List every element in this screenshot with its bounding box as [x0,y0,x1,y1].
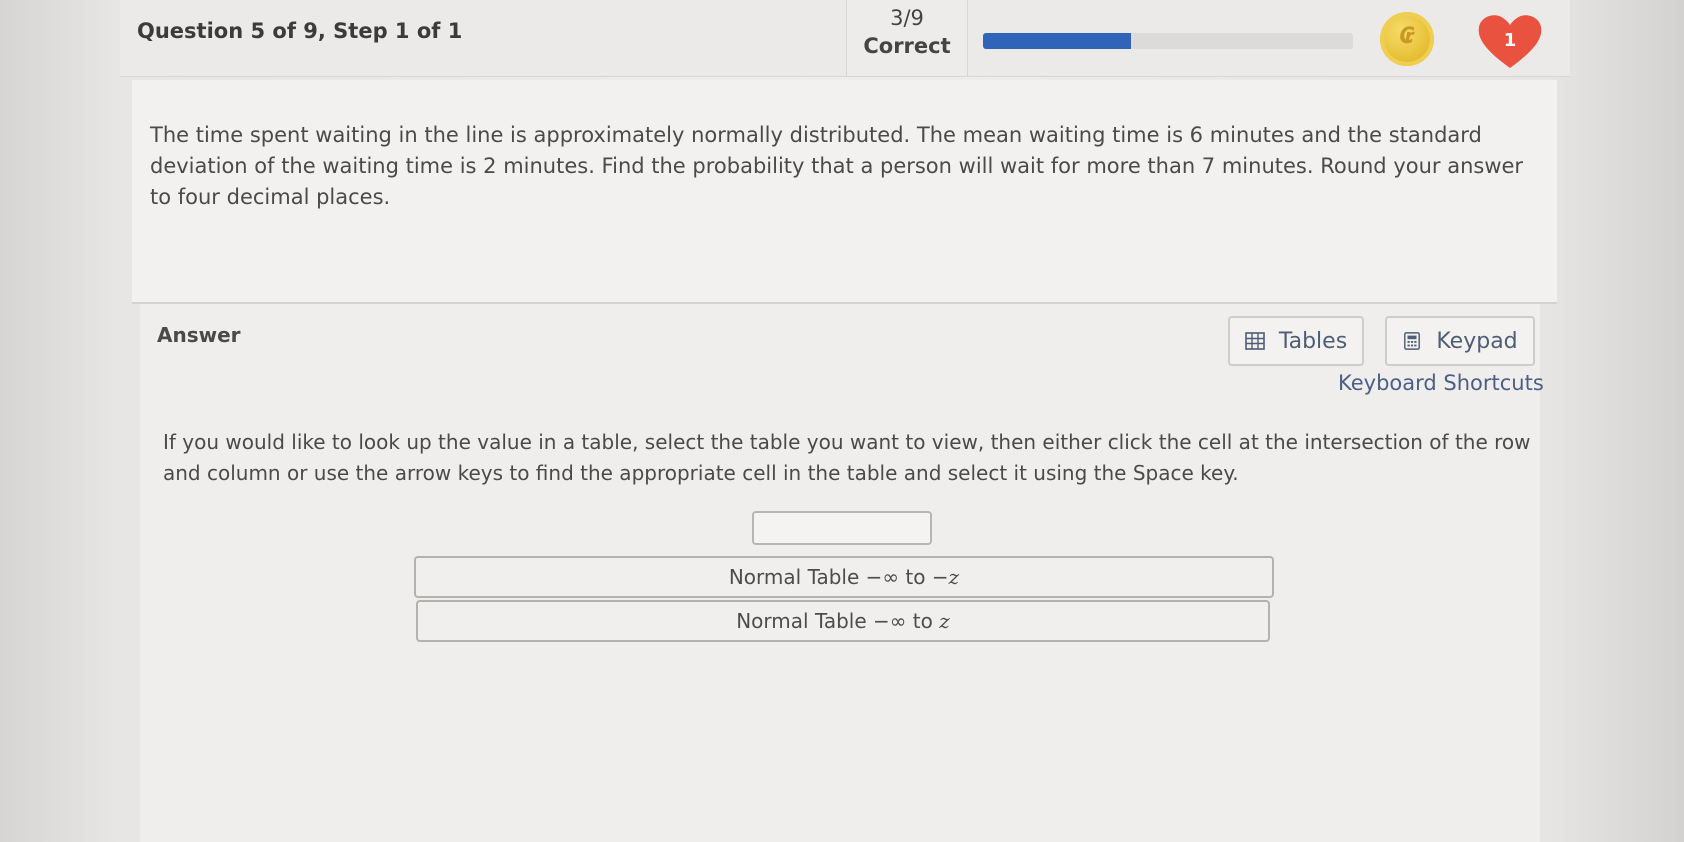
score-fraction: 3/9 [890,6,924,30]
tables-button[interactable]: Tables [1228,316,1364,366]
score-indicator: 3/9 Correct [846,0,968,76]
progress-bar-fill [983,33,1131,49]
question-step-label: Question 5 of 9, Step 1 of 1 [137,19,463,43]
gold-coin-icon[interactable]: ₢ [1380,12,1434,66]
table-instructions: If you would like to look up the value i… [163,430,1531,485]
normal-table-negative-z-button[interactable]: Normal Table −∞ to −z [414,556,1274,598]
keyboard-shortcuts-link[interactable]: Keyboard Shortcuts [1338,371,1544,395]
answer-input[interactable] [752,511,932,545]
z-variable: z [939,609,950,633]
table-grid-icon [1245,332,1265,350]
hearts-count: 1 [1503,30,1517,51]
keypad-button-label: Keypad [1436,328,1518,354]
answer-heading: Answer [157,323,241,347]
question-text: The time spent waiting in the line is ap… [150,123,1524,209]
progress-bar [983,33,1353,49]
heart-icon[interactable]: 1 [1475,10,1545,72]
table-option-label: Normal Table −∞ to − [728,565,949,589]
table-option-label: Normal Table −∞ to [736,609,940,633]
z-variable: z [948,565,960,589]
score-status: Correct [863,34,951,58]
calculator-icon [1404,332,1421,350]
tables-button-label: Tables [1278,328,1348,354]
keypad-button[interactable]: Keypad [1385,316,1535,366]
normal-table-positive-z-button[interactable]: Normal Table −∞ to z [416,600,1270,642]
